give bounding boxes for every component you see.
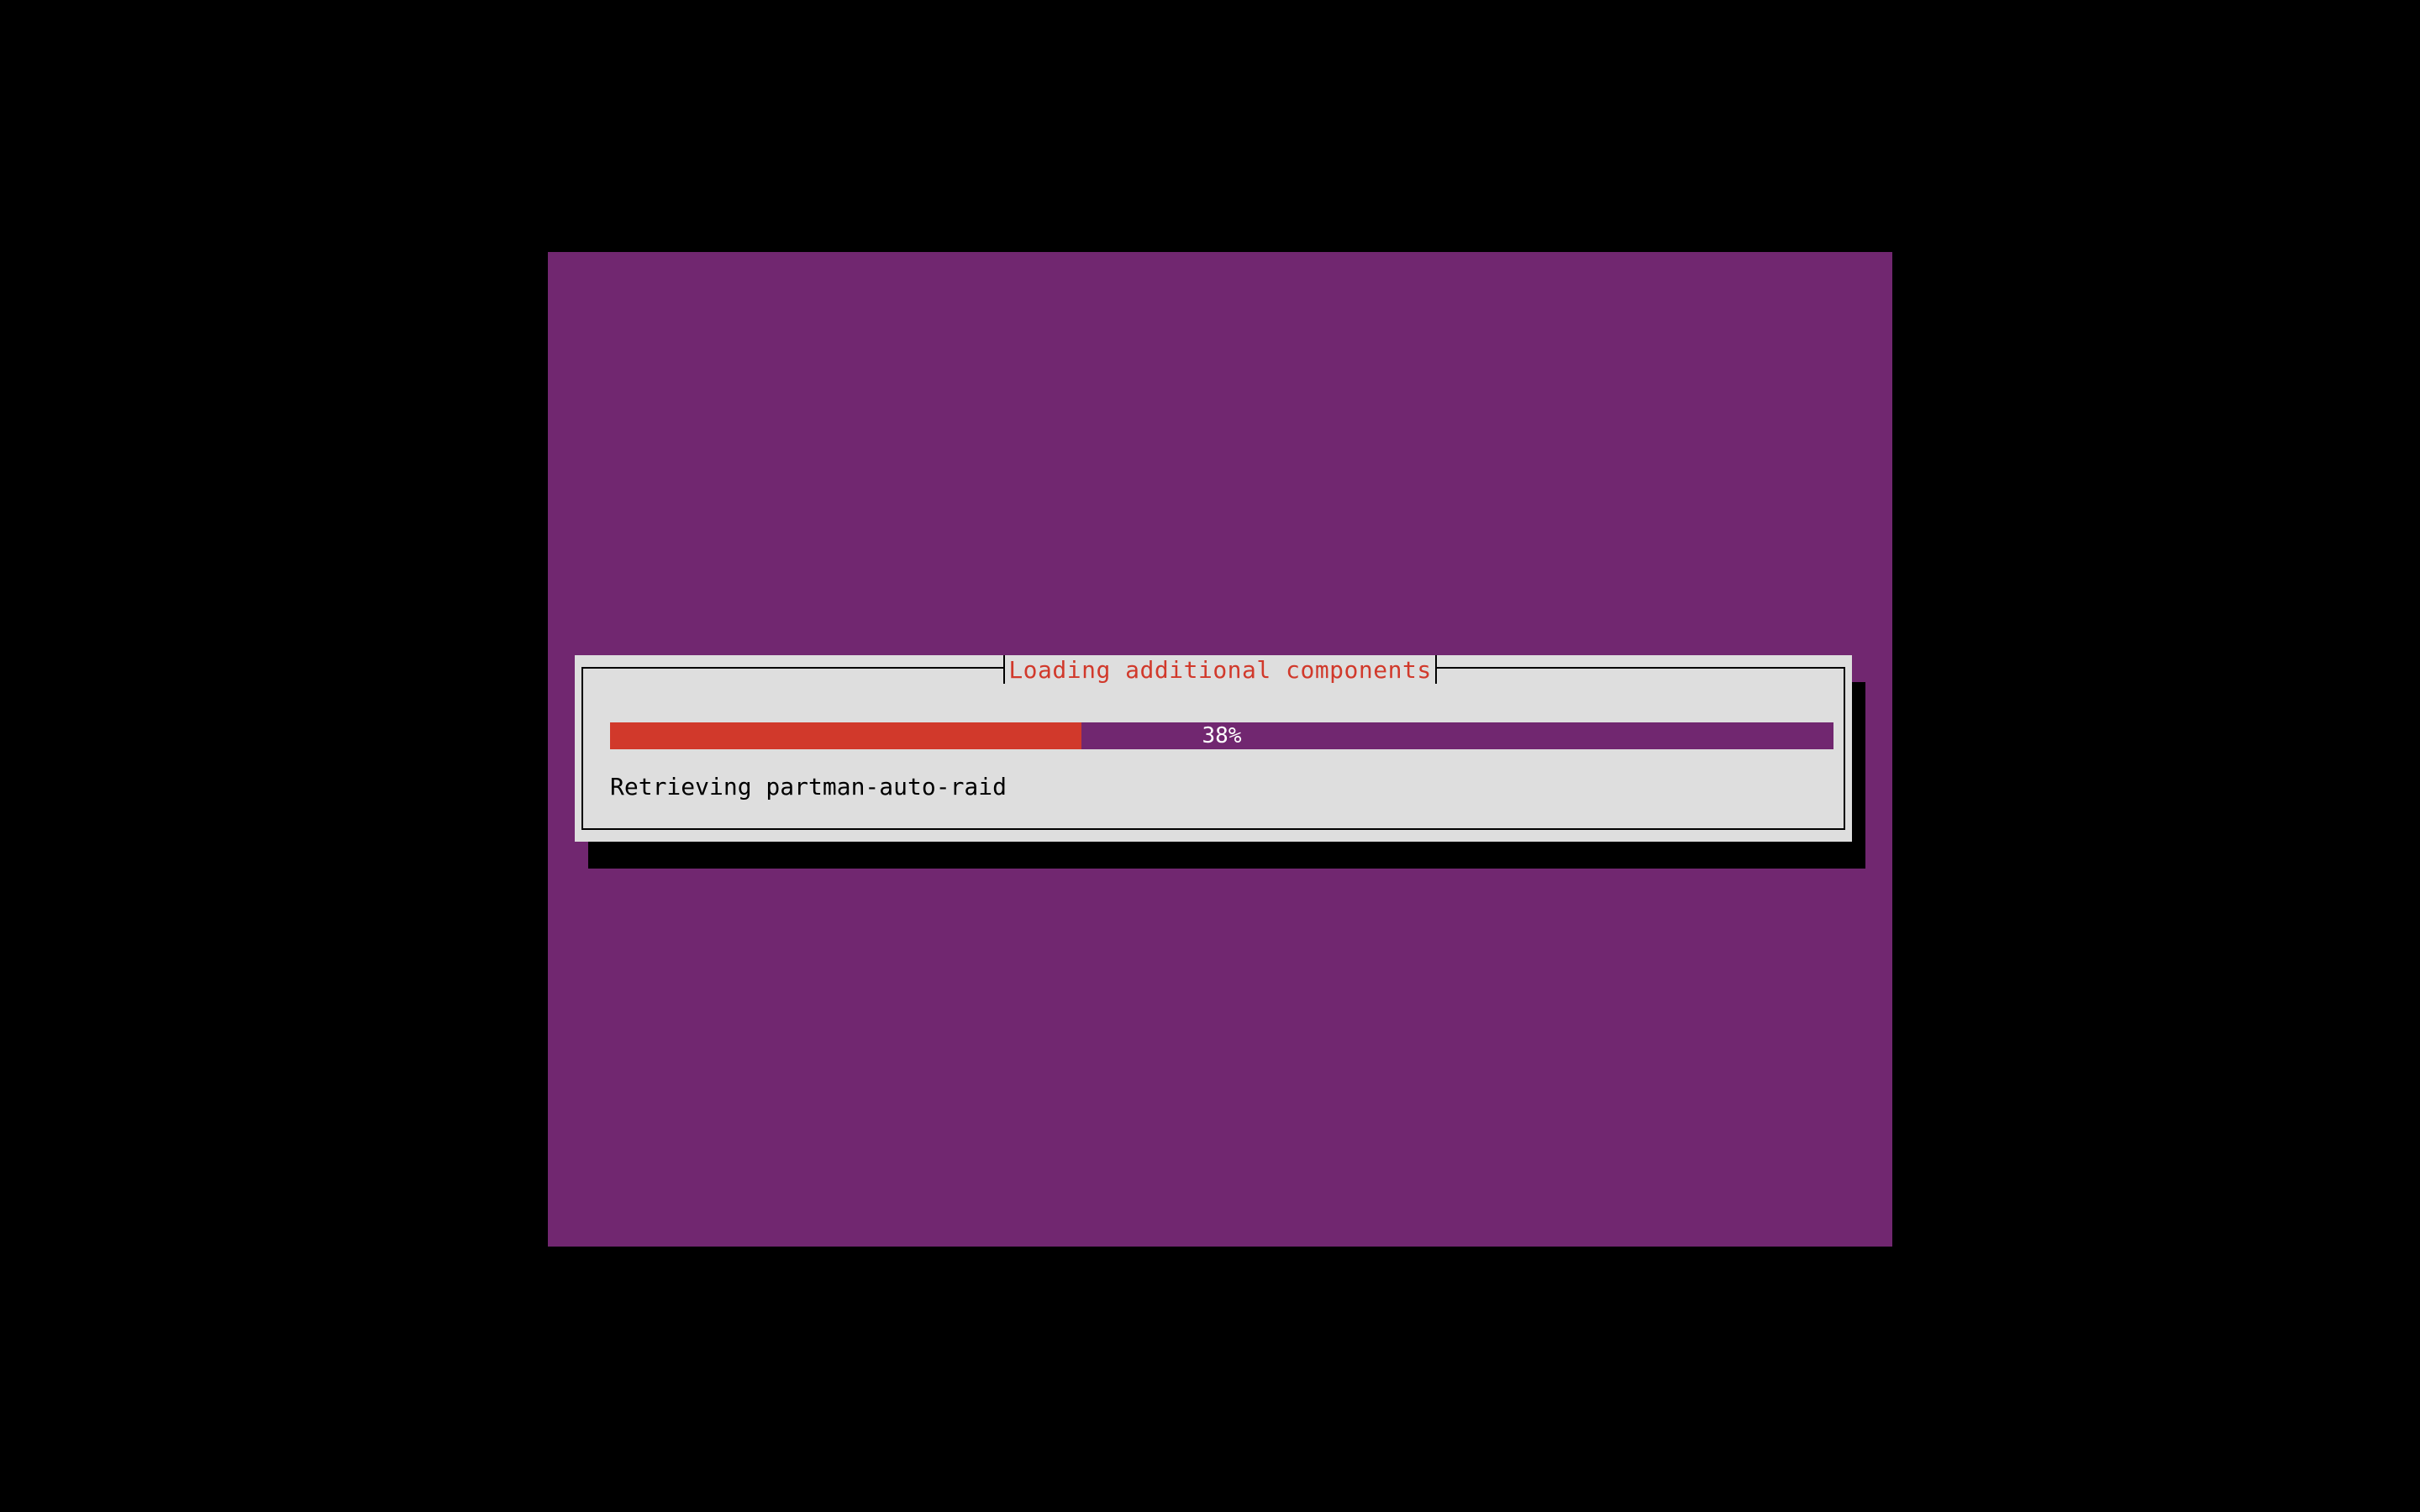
progress-percent: 38% [1202,723,1242,748]
progress-bar: 38% [610,722,1833,749]
loading-dialog: Loading additional components 38% Retrie… [575,655,1852,842]
dialog-frame: Loading additional components 38% Retrie… [581,655,1845,830]
dialog-title: Loading additional components [1008,656,1432,684]
dialog-title-box: Loading additional components [1003,655,1437,684]
status-message: Retrieving partman-auto-raid [610,773,1007,801]
installer-screen: Loading additional components 38% Retrie… [548,252,1892,1247]
